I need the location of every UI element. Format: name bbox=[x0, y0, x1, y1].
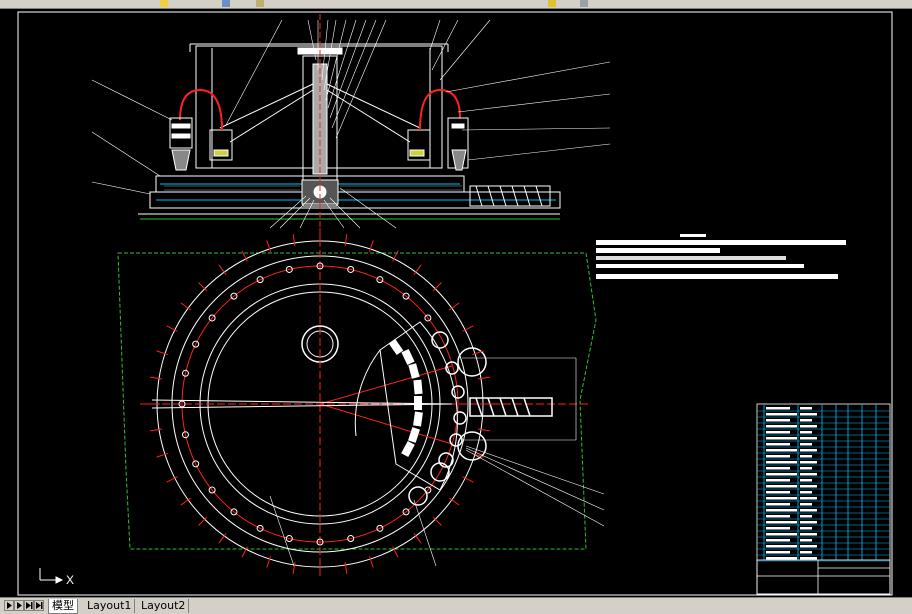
parts-row-code bbox=[766, 461, 797, 464]
parts-row-code bbox=[766, 455, 790, 458]
drawing-canvas[interactable]: X bbox=[0, 8, 912, 597]
parts-row-code bbox=[766, 473, 797, 476]
parts-row-name bbox=[800, 437, 817, 440]
next-tab-icon[interactable] bbox=[24, 600, 34, 611]
tab-layout1[interactable]: Layout1 bbox=[84, 599, 136, 613]
layer-icon[interactable] bbox=[548, 0, 556, 7]
parts-row-name bbox=[800, 467, 812, 470]
parts-row-code bbox=[766, 509, 797, 512]
drawing-frame bbox=[17, 11, 893, 596]
tab-layout2[interactable]: Layout2 bbox=[138, 599, 190, 613]
parts-row-name bbox=[800, 485, 817, 488]
ring-tick bbox=[292, 234, 296, 247]
parts-row-code bbox=[766, 443, 790, 446]
zoom-icon[interactable] bbox=[256, 0, 264, 7]
parts-row-name bbox=[800, 539, 812, 542]
parts-row-code bbox=[766, 533, 797, 536]
ring-tick bbox=[432, 282, 442, 292]
parts-row-code bbox=[766, 497, 797, 500]
save-icon[interactable] bbox=[160, 0, 168, 7]
parts-row-code bbox=[766, 485, 797, 488]
parts-row-name bbox=[800, 545, 817, 548]
last-tab-icon[interactable] bbox=[34, 600, 44, 611]
ring-tick bbox=[198, 282, 208, 292]
prev-tab-icon[interactable] bbox=[14, 600, 24, 611]
parts-row-code bbox=[766, 419, 790, 422]
parts-row-name bbox=[800, 407, 812, 410]
ring-tick bbox=[198, 516, 208, 526]
parts-row-name bbox=[800, 443, 812, 446]
ucs-x-label: X bbox=[66, 573, 74, 587]
parts-row-code bbox=[766, 437, 797, 440]
parts-row-code bbox=[766, 479, 790, 482]
properties-icon[interactable] bbox=[580, 0, 588, 7]
tab-model[interactable]: 模型 bbox=[48, 599, 78, 614]
ring-tick bbox=[150, 428, 163, 432]
parts-row-name bbox=[800, 419, 812, 422]
ucs-icon bbox=[39, 568, 64, 584]
parts-rows bbox=[757, 407, 890, 562]
parts-row-name bbox=[800, 497, 817, 500]
parts-row-name bbox=[800, 533, 817, 536]
ring-tick bbox=[344, 234, 348, 247]
parts-row-name bbox=[800, 515, 812, 518]
parts-row-code bbox=[766, 407, 790, 410]
parts-row-code bbox=[766, 413, 797, 416]
parts-row-code bbox=[766, 467, 790, 470]
section-view bbox=[138, 43, 561, 215]
parts-row-name bbox=[800, 431, 812, 434]
parts-row-code bbox=[766, 539, 790, 542]
parts-row-name bbox=[800, 527, 812, 530]
parts-row-name bbox=[800, 491, 812, 494]
parts-row-code bbox=[766, 449, 797, 452]
ring-tick bbox=[150, 376, 163, 380]
parts-row-code bbox=[766, 515, 790, 518]
parts-row-name bbox=[800, 449, 817, 452]
parts-row-name bbox=[800, 413, 817, 416]
plan-view bbox=[140, 228, 590, 575]
ring-tick bbox=[432, 516, 442, 526]
parts-row-name bbox=[800, 455, 812, 458]
first-tab-icon[interactable] bbox=[4, 600, 14, 611]
ring-tick bbox=[477, 428, 490, 432]
technical-notes bbox=[596, 234, 846, 279]
parts-row-name bbox=[800, 551, 812, 554]
parts-row-name bbox=[800, 473, 817, 476]
drive-gears bbox=[408, 331, 577, 506]
parts-row-name bbox=[800, 461, 817, 464]
layout-tab-bar: 模型 Layout1 Layout2 bbox=[0, 597, 912, 614]
parts-row-code bbox=[766, 503, 790, 506]
pan-icon[interactable] bbox=[222, 0, 230, 7]
parts-row-name bbox=[800, 425, 817, 428]
parts-row-code bbox=[766, 545, 797, 548]
parts-row-name bbox=[800, 557, 817, 560]
parts-row-code bbox=[766, 425, 797, 428]
toothed-sector bbox=[388, 338, 423, 458]
parts-row-code bbox=[766, 557, 797, 560]
parts-row-name bbox=[800, 479, 812, 482]
parts-row-code bbox=[766, 527, 790, 530]
parts-row-name bbox=[800, 521, 817, 524]
parts-row-code bbox=[766, 551, 790, 554]
parts-row-name bbox=[800, 509, 817, 512]
parts-row-name bbox=[800, 503, 812, 506]
parts-row-code bbox=[766, 491, 790, 494]
parts-row-code bbox=[766, 431, 790, 434]
ring-tick bbox=[344, 561, 348, 574]
ring-tick bbox=[477, 376, 490, 380]
parts-row-code bbox=[766, 521, 797, 524]
